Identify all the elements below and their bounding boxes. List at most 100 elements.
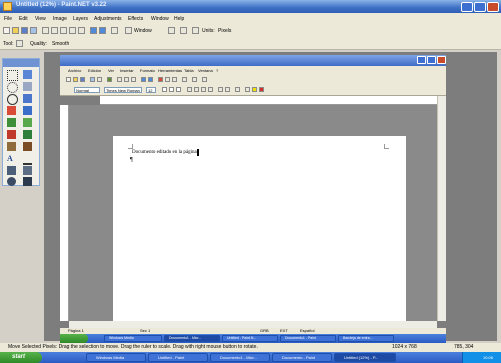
rectangle-tool-icon[interactable] [7, 166, 16, 175]
paint-bucket-icon[interactable] [23, 106, 32, 115]
word-menu-formato[interactable]: Formato [140, 68, 155, 73]
word-vertical-scrollbar[interactable] [437, 96, 446, 321]
magic-wand-icon[interactable] [7, 106, 16, 115]
menu-layers[interactable]: Layers [73, 16, 88, 22]
open-icon[interactable] [12, 27, 19, 34]
word-italic-icon[interactable] [169, 87, 174, 92]
task-windows-media[interactable]: Windows Media [86, 353, 146, 362]
word-hyperlink-icon[interactable] [158, 77, 163, 82]
recolor-icon[interactable] [23, 142, 32, 151]
word-spelling-icon[interactable] [107, 77, 112, 82]
rounded-rect-tool-icon[interactable] [23, 166, 32, 175]
word-menu-ver[interactable]: Ver [108, 68, 114, 73]
word-cut-icon[interactable] [117, 77, 122, 82]
deselect-icon[interactable] [78, 27, 85, 34]
word-align-center-icon[interactable] [194, 87, 199, 92]
menu-view[interactable]: View [35, 16, 46, 22]
word-zoom-icon[interactable] [202, 77, 207, 82]
zoom-in-icon[interactable] [168, 27, 175, 34]
cut-icon[interactable] [42, 27, 49, 34]
word-menu-herramientas[interactable]: Herramientas [158, 68, 182, 73]
word-highlight-icon[interactable] [252, 87, 257, 92]
paste-icon[interactable] [60, 27, 67, 34]
zoom-icon[interactable] [125, 27, 132, 34]
new-icon[interactable] [3, 27, 10, 34]
task-paintnet[interactable]: Untitled (12%) - P... [334, 353, 396, 362]
menu-edit[interactable]: Edit [19, 16, 28, 22]
line-tool-icon[interactable] [23, 154, 32, 165]
crop-icon[interactable] [69, 27, 76, 34]
grid-icon[interactable] [111, 27, 118, 34]
word-horizontal-scrollbar[interactable] [69, 321, 437, 328]
word-copy-icon[interactable] [124, 77, 129, 82]
word-border-icon[interactable] [245, 87, 250, 92]
move-tool-icon[interactable] [16, 40, 23, 47]
pan-tool-icon[interactable] [23, 94, 32, 103]
maximize-button[interactable] [474, 2, 486, 12]
task-untitled-paint[interactable]: Untitled - Paint [148, 353, 208, 362]
zoom-tool-icon[interactable] [7, 94, 18, 105]
menu-adjustments[interactable]: Adjustments [94, 16, 122, 22]
ellipse-select-icon[interactable] [23, 82, 32, 91]
word-maximize-button[interactable] [427, 56, 436, 64]
document-text[interactable]: Documento editado en la página [132, 150, 197, 155]
gradient-icon[interactable] [7, 118, 16, 127]
move-selection-icon[interactable] [23, 70, 32, 79]
word-columns-icon[interactable] [172, 77, 177, 82]
word-paste-icon[interactable] [131, 77, 136, 82]
inner-task-documento-word[interactable]: Documento1 - Micr... [164, 335, 220, 342]
word-redo-icon[interactable] [148, 77, 153, 82]
word-menu-help[interactable]: ? [216, 68, 218, 73]
task-documento-paint[interactable]: Documento - Paint [272, 353, 332, 362]
word-size-dropdown[interactable]: 12 [146, 87, 156, 93]
word-table-icon[interactable] [165, 77, 170, 82]
menu-window[interactable]: Window [151, 16, 169, 22]
paintnet-title-bar[interactable]: Untitled (12%) - Paint.NET v3.22 [0, 0, 501, 13]
word-menu-edicion[interactable]: Edición [88, 68, 101, 73]
save-icon[interactable] [21, 27, 28, 34]
word-print-icon[interactable] [90, 77, 95, 82]
word-justify-icon[interactable] [208, 87, 213, 92]
start-button[interactable]: start [0, 352, 42, 363]
copy-icon[interactable] [51, 27, 58, 34]
document-page[interactable] [113, 136, 406, 321]
lasso-icon[interactable] [7, 82, 18, 93]
window-dropdown[interactable]: Window [134, 28, 152, 34]
word-align-right-icon[interactable] [201, 87, 206, 92]
ruler-icon[interactable] [192, 27, 199, 34]
redo-icon[interactable] [99, 27, 106, 34]
word-menu-tabla[interactable]: Tabla [184, 68, 194, 73]
units-dropdown[interactable]: Pixels [218, 28, 231, 34]
word-save-icon[interactable] [80, 77, 85, 82]
eraser-icon[interactable] [7, 130, 16, 139]
inner-task-bandeja[interactable]: Bandeja de entra... [338, 335, 394, 342]
word-close-button[interactable] [437, 56, 446, 64]
clone-stamp-icon[interactable] [7, 142, 16, 151]
word-numbering-icon[interactable] [218, 87, 223, 92]
print-icon[interactable] [30, 27, 37, 34]
word-drawing-icon[interactable] [182, 77, 187, 82]
paintbrush-icon[interactable] [23, 118, 32, 127]
word-align-left-icon[interactable] [187, 87, 192, 92]
word-bullets-icon[interactable] [225, 87, 230, 92]
word-bold-icon[interactable] [162, 87, 167, 92]
undo-icon[interactable] [90, 27, 97, 34]
text-tool-icon[interactable]: A [7, 154, 16, 163]
menu-effects[interactable]: Effects [128, 16, 143, 22]
word-underline-icon[interactable] [176, 87, 181, 92]
word-font-dropdown[interactable]: Times New Roman [104, 87, 142, 93]
minimize-button[interactable] [461, 2, 473, 12]
freeform-shape-icon[interactable] [23, 177, 32, 186]
word-minimize-button[interactable] [417, 56, 426, 64]
tools-panel-header[interactable] [3, 59, 39, 67]
close-button[interactable] [487, 2, 499, 12]
word-new-icon[interactable] [66, 77, 71, 82]
menu-image[interactable]: Image [53, 16, 67, 22]
word-show-marks-icon[interactable] [192, 77, 197, 82]
word-open-icon[interactable] [73, 77, 78, 82]
quality-dropdown[interactable]: Smooth [52, 41, 69, 47]
ellipse-tool-icon[interactable] [7, 177, 16, 186]
word-style-dropdown[interactable]: Normal [74, 87, 100, 93]
word-preview-icon[interactable] [97, 77, 102, 82]
inner-task-paintnet[interactable]: Untitled - Paint.N... [222, 335, 278, 342]
